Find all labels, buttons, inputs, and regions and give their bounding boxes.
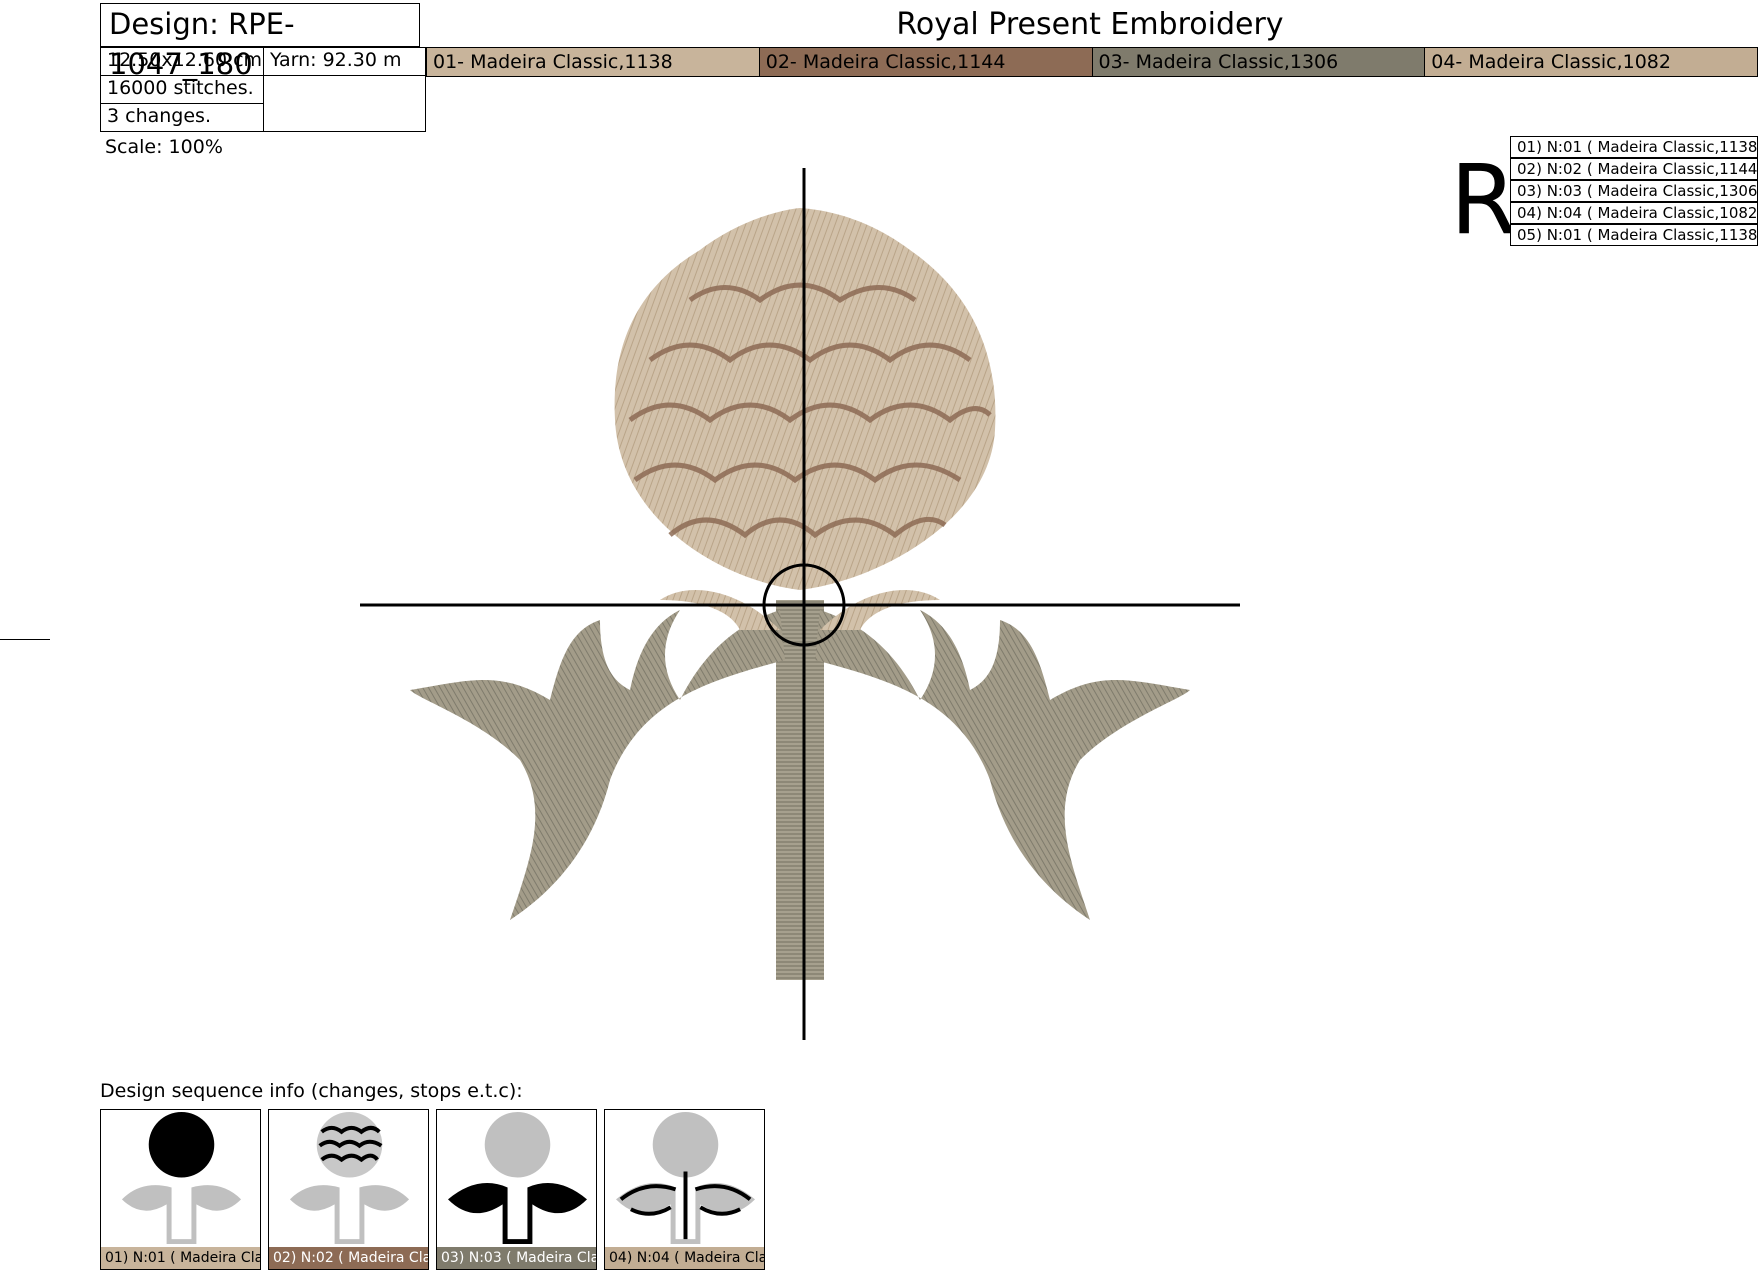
step-thumbnail: [448, 1111, 587, 1245]
sequence-step-1: 01) N:01 ( Madeira Clas: [100, 1109, 261, 1270]
step-caption: 03) N:03 ( Madeira Clas: [437, 1247, 596, 1269]
step-thumbnail: [289, 1111, 410, 1245]
design-title: Design: RPE-1047_180: [100, 3, 420, 81]
thread-color-strip: 01- Madeira Classic,1138 02- Madeira Cla…: [426, 47, 1758, 77]
changes-cell: 3 changes.: [101, 104, 264, 132]
thread-legend: 01) N:01 ( Madeira Classic,1138) 02) N:0…: [1510, 136, 1758, 246]
design-info-table: 12.50x12.60 cm Yarn: 92.30 m 16000 stitc…: [100, 47, 427, 132]
margin-tick: [0, 639, 50, 640]
step-caption: 01) N:01 ( Madeira Clas: [101, 1247, 260, 1269]
scale-label: Scale: 100%: [105, 136, 223, 158]
color-swatch-4: 04- Madeira Classic,1082: [1425, 48, 1757, 76]
sequence-step-2: 02) N:02 ( Madeira Clas: [268, 1109, 429, 1270]
left-leaf-tip-shape: [660, 590, 780, 630]
orientation-mark: R: [1450, 144, 1517, 256]
legend-row: 02) N:02 ( Madeira Classic,1144): [1510, 158, 1758, 180]
left-leaf-shape: [410, 610, 785, 920]
sequence-step-4: 04) N:04 ( Madeira Clas: [604, 1109, 765, 1270]
color-swatch-2: 02- Madeira Classic,1144: [759, 48, 1093, 76]
legend-row: 04) N:04 ( Madeira Classic,1082): [1510, 202, 1758, 224]
legend-row: 01) N:01 ( Madeira Classic,1138): [1510, 136, 1758, 158]
color-swatch-3: 03- Madeira Classic,1306: [1092, 48, 1426, 76]
yarn-cell: Yarn: 92.30 m: [264, 48, 427, 76]
step-caption: 04) N:04 ( Madeira Clas: [605, 1247, 764, 1269]
embroidery-preview: [360, 168, 1240, 1040]
stitches-cell: 16000 stitches.: [101, 76, 264, 104]
step-caption: 02) N:02 ( Madeira Clas: [269, 1247, 428, 1269]
color-swatch-1: 01- Madeira Classic,1138: [427, 48, 760, 76]
legend-row: 03) N:03 ( Madeira Classic,1306): [1510, 180, 1758, 202]
brand-title: Royal Present Embroidery: [896, 7, 1284, 42]
legend-row: 05) N:01 ( Madeira Classic,1138): [1510, 224, 1758, 246]
size-cell: 12.50x12.60 cm: [101, 48, 264, 76]
step-thumbnail: [616, 1111, 755, 1245]
right-leaf-shape: [815, 610, 1190, 920]
sequence-step-3: 03) N:03 ( Madeira Clas: [436, 1109, 597, 1270]
sequence-title: Design sequence info (changes, stops e.t…: [100, 1080, 523, 1102]
step-thumbnail: [121, 1111, 242, 1245]
